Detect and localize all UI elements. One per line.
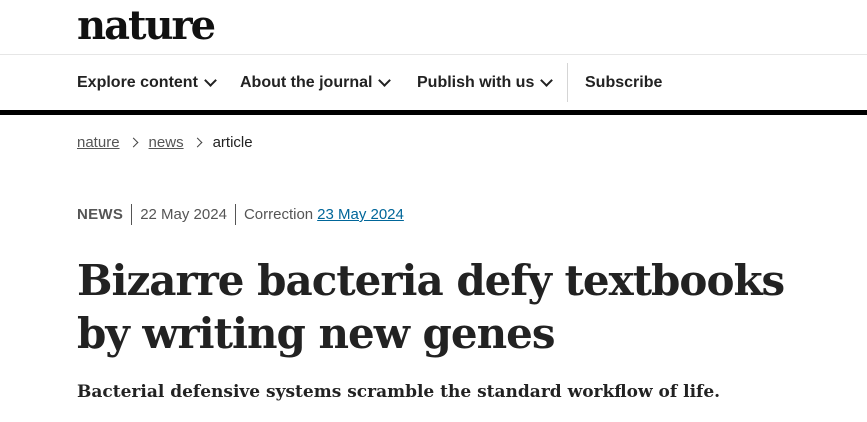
nav-publish-with-us-label: Publish with us <box>417 73 535 91</box>
nav-about-the-journal-label: About the journal <box>240 73 373 91</box>
nav-explore-content-label: Explore content <box>77 73 198 91</box>
nav-rule <box>0 110 867 115</box>
chevron-down-icon <box>204 74 217 87</box>
correction-date-link[interactable]: 23 May 2024 <box>317 206 404 223</box>
correction-label: Correction <box>243 206 314 223</box>
breadcrumb-link-news[interactable]: news <box>149 134 184 151</box>
page: nature Explore content About the journal… <box>0 0 867 422</box>
breadcrumb-link-nature[interactable]: nature <box>77 134 120 151</box>
logo-bar: nature <box>0 0 867 55</box>
nav-explore-content[interactable]: Explore content <box>77 55 217 110</box>
article-type: NEWS <box>77 206 124 223</box>
published-date: 22 May 2024 <box>140 206 227 223</box>
nature-logo[interactable]: nature <box>77 2 216 50</box>
article-meta: NEWS 22 May 2024 Correction 23 May 2024 <box>77 204 404 225</box>
main-nav: Explore content About the journal Publis… <box>0 55 867 110</box>
chevron-right-icon <box>128 137 138 148</box>
nav-divider <box>567 63 568 102</box>
meta-divider <box>131 204 133 225</box>
chevron-right-icon <box>192 137 203 148</box>
article-standfirst: Bacterial defensive systems scramble the… <box>77 382 721 402</box>
article-title: Bizarre bacteria defy textbooks by writi… <box>77 256 785 358</box>
breadcrumb-current: article <box>212 134 253 151</box>
chevron-down-icon <box>378 74 392 87</box>
nav-publish-with-us[interactable]: Publish with us <box>417 55 554 110</box>
chevron-down-icon <box>540 74 554 87</box>
nav-subscribe-label: Subscribe <box>585 73 663 91</box>
breadcrumb: nature news article <box>77 134 253 151</box>
meta-divider <box>234 204 236 225</box>
nav-about-the-journal[interactable]: About the journal <box>240 55 392 110</box>
nav-subscribe[interactable]: Subscribe <box>585 55 662 110</box>
